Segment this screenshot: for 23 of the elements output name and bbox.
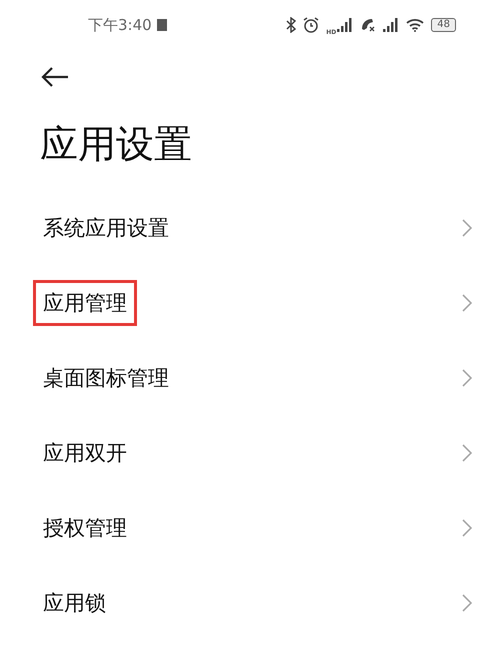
chevron-right-icon xyxy=(462,294,472,312)
chevron-right-icon xyxy=(462,518,472,536)
bluetooth-icon xyxy=(286,17,296,33)
chevron-right-icon xyxy=(462,594,472,612)
status-time: 下午3:40 xyxy=(88,16,152,34)
highlighted-menu-item[interactable]: 应用管理 xyxy=(33,280,137,326)
wifi-icon xyxy=(406,18,424,32)
battery-icon: 48 xyxy=(431,18,456,32)
menu-item[interactable]: 桌面图标管理 xyxy=(33,354,179,400)
signal-icon xyxy=(337,18,354,32)
alarm-icon xyxy=(303,17,320,33)
back-arrow-icon[interactable] xyxy=(40,66,70,88)
chevron-right-icon xyxy=(462,218,472,236)
signal-icon xyxy=(383,18,400,32)
menu-item[interactable]: 应用双开 xyxy=(33,430,137,476)
chevron-right-icon xyxy=(462,444,472,462)
page-title: 应用设置 xyxy=(40,121,193,168)
menu-item[interactable]: 应用锁 xyxy=(33,580,116,626)
chevron-right-icon xyxy=(462,368,472,386)
notification-icon xyxy=(156,18,168,32)
menu-item[interactable]: 系统应用设置 xyxy=(33,204,179,250)
phone-icon xyxy=(360,17,376,33)
menu-item[interactable]: 授权管理 xyxy=(33,504,137,550)
